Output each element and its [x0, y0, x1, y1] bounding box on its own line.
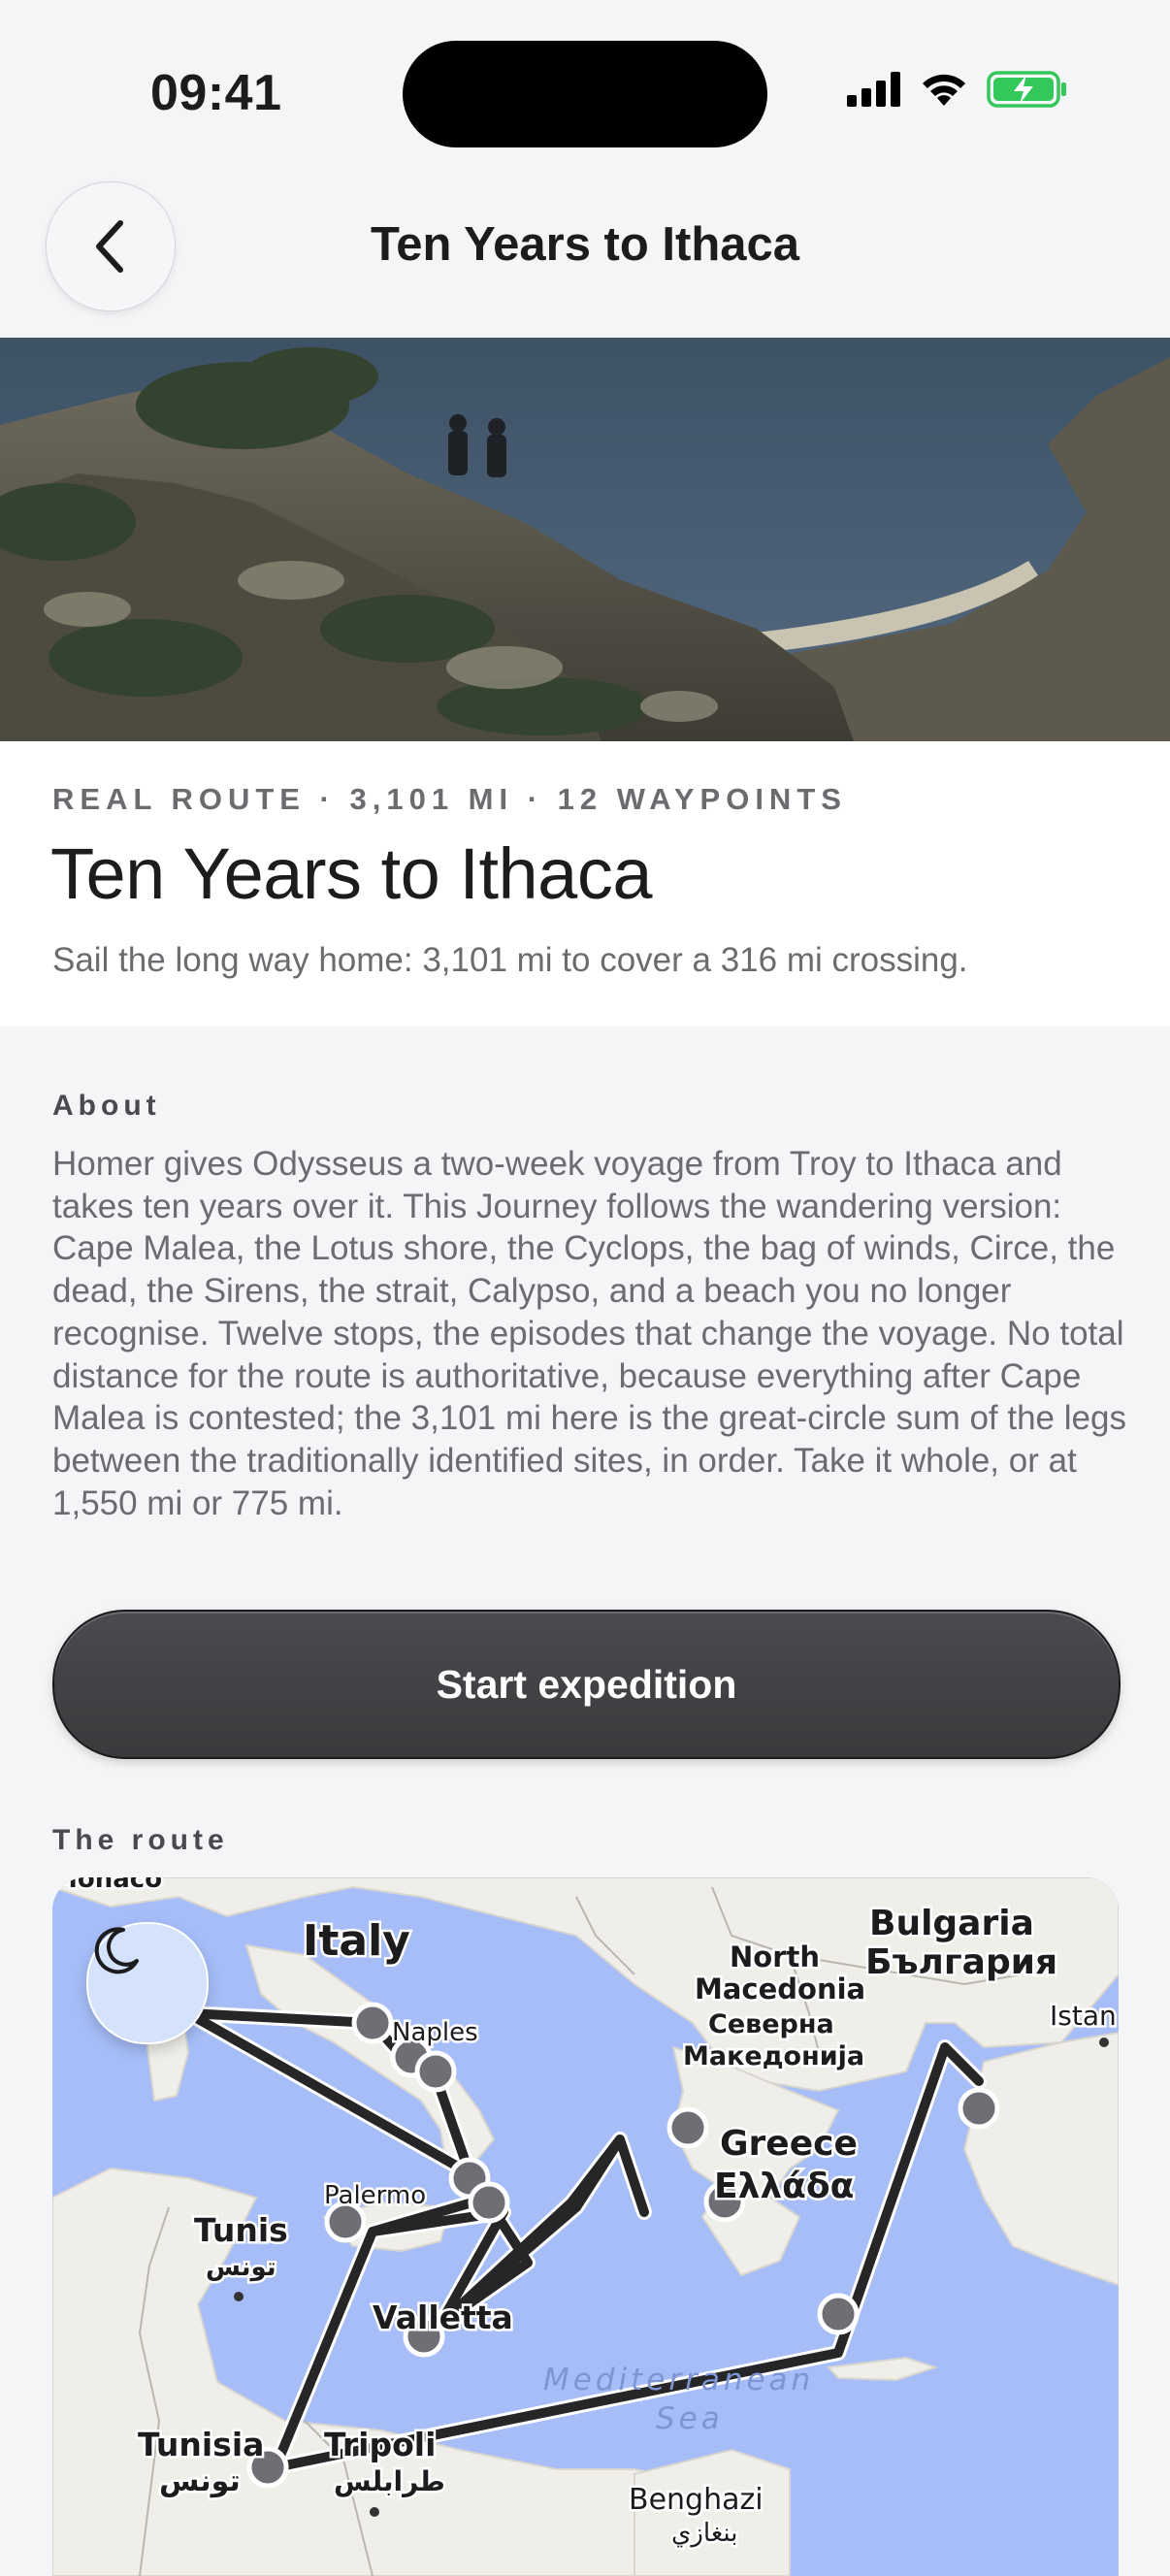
label-tunis: Tunis — [194, 2211, 288, 2249]
status-time: 09:41 — [150, 65, 282, 121]
about-text: Homer gives Odysseus a two-week voyage f… — [52, 1145, 1126, 1522]
label-bulgaria: Bulgaria — [869, 1904, 1034, 1943]
waypoint-marker — [468, 2181, 510, 2224]
route-map[interactable]: Monaco Italy Naples North Macedonia Севе… — [52, 1877, 1119, 2576]
label-tunis-local: تونس — [206, 2253, 276, 2282]
label-greece: Greece — [720, 2124, 858, 2164]
label-north-macedonia-2: Macedonia — [695, 1973, 865, 2005]
waypoint-marker — [351, 2002, 394, 2044]
status-bar: 09:41 — [0, 0, 1170, 175]
label-sea-line-2: Sea — [656, 2401, 724, 2436]
label-north-macedonia-3: Северна — [708, 2009, 834, 2039]
label-tripoli: Tripoli — [324, 2426, 436, 2463]
label-greece-local: Ελλάδα — [714, 2167, 854, 2206]
waypoint-marker — [817, 2293, 860, 2335]
waypoint-marker — [958, 2087, 1000, 2130]
status-icons — [847, 70, 1068, 109]
route-title: Ten Years to Ithaca — [50, 833, 652, 914]
label-naples: Naples — [392, 2018, 478, 2047]
route-subtitle: Sail the long way home: 3,101 mi to cove… — [52, 941, 968, 979]
label-north-macedonia-1: North — [730, 1940, 820, 1973]
label-tunisia-local: تونس — [159, 2464, 241, 2498]
label-palermo: Palermo — [324, 2181, 426, 2210]
label-sea-line-1: Mediterranean — [543, 2363, 814, 2397]
start-expedition-button[interactable]: Start expedition — [52, 1610, 1121, 1759]
nav-title: Ten Years to Ithaca — [370, 218, 800, 271]
label-italy: Italy — [303, 1916, 410, 1966]
signal-icon — [847, 72, 900, 107]
route-label: The route — [52, 1824, 229, 1856]
label-monaco: Monaco — [52, 1877, 162, 1894]
label-bulgaria-local: България — [865, 1942, 1057, 1982]
waypoint-marker — [414, 2050, 457, 2093]
label-tunisia: Tunisia — [138, 2426, 264, 2463]
label-benghazi: Benghazi — [629, 2483, 764, 2517]
route-meta: REAL ROUTE · 3,101 MI · 12 WAYPOINTS — [52, 782, 847, 816]
hero-image — [0, 338, 1170, 741]
start-expedition-label: Start expedition — [436, 1661, 737, 1707]
map-theme-toggle[interactable] — [86, 1922, 209, 2044]
moon-icon — [94, 1927, 139, 1974]
label-istanbul: Istan — [1050, 2000, 1117, 2032]
label-north-macedonia-4: Македонија — [683, 2041, 864, 2071]
label-tripoli-local: طرابلس — [334, 2465, 445, 2497]
label-valletta: Valletta — [373, 2299, 513, 2336]
about-label: About — [52, 1090, 161, 1122]
dynamic-island — [403, 41, 767, 147]
navigation-bar: Ten Years to Ithaca — [0, 175, 1170, 338]
waypoint-marker — [666, 2106, 709, 2149]
wifi-icon — [923, 74, 965, 106]
battery-charging-icon — [987, 71, 1066, 108]
